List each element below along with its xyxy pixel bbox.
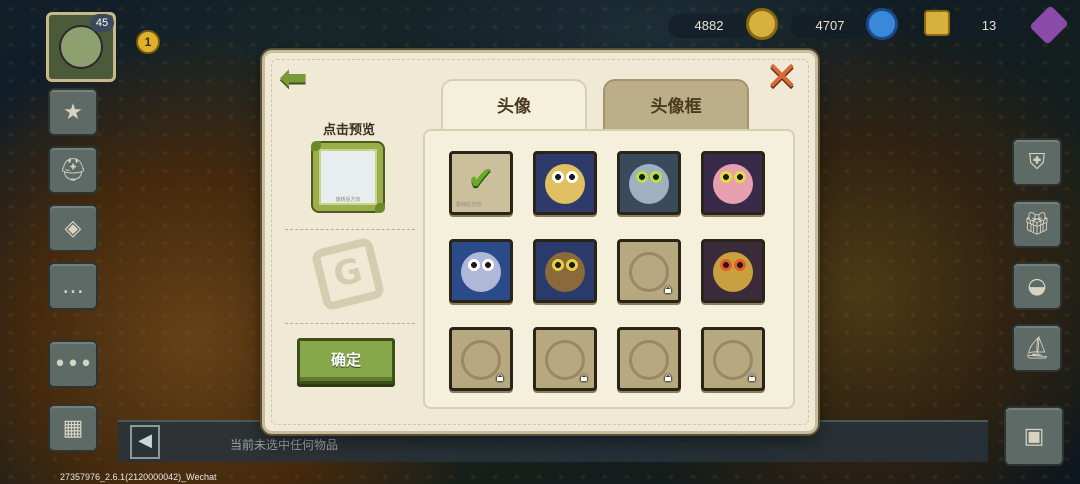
notification-badge[interactable]: 1 — [136, 30, 160, 54]
gift-icon[interactable]: 🎁︎ — [1012, 200, 1062, 248]
avatar-option-locked-beast-2[interactable]: 🔒︎ — [533, 327, 597, 391]
chest-icon[interactable]: ▣ — [1004, 406, 1064, 466]
coin-counter: 4882 — [668, 14, 750, 38]
gem-icon — [866, 8, 898, 40]
preview-label: 点击预览 — [322, 123, 375, 138]
avatar-portrait-icon — [713, 252, 753, 293]
book-icon[interactable]: ◈ — [48, 204, 98, 252]
avatar-portrait-icon — [629, 164, 669, 205]
avatar-portrait-icon — [461, 252, 501, 293]
eyes-icon — [551, 259, 579, 272]
player-level-badge: 45 — [90, 14, 114, 32]
vine-leaf-icon — [375, 203, 385, 213]
egg-icon[interactable]: ◒ — [1012, 262, 1062, 310]
avatar-option-pink-mummy[interactable] — [701, 151, 765, 215]
avatar-grid: ✔ 旋转后方向 🔒︎ 🔒︎ 🔒︎ 🔒︎ 🔒︎ — [449, 151, 765, 391]
selection-status: 当前未选中任何物品 — [230, 438, 339, 452]
avatar-note: 旋转后方向 — [456, 202, 482, 208]
tab-avatar-frame[interactable]: 头像框 — [603, 79, 749, 135]
map-icon[interactable]: ▦ — [48, 404, 98, 452]
ticket-icon[interactable] — [924, 10, 950, 36]
eyes-icon — [635, 171, 663, 184]
avatar-option-owl-mask[interactable] — [701, 239, 765, 303]
lock-icon: 🔒︎ — [580, 370, 588, 385]
lock-icon: 🔒︎ — [664, 282, 672, 297]
avatar-option-default[interactable]: ✔ 旋转后方向 — [449, 151, 513, 215]
divider — [285, 229, 415, 230]
avatar-option-chicken-knight[interactable] — [533, 151, 597, 215]
avatar-select-dialog: ⬅ ✕ 点击预览 旋转后方向 G 确定 头像 头像框 ✔ 旋转后方向 🔒︎ 🔒︎ 🔒︎ 🔒… — [262, 50, 818, 434]
checkmark-icon: ✔ — [467, 159, 495, 198]
shield-icon[interactable]: ⛨ — [1012, 138, 1062, 186]
lock-icon: 🔒︎ — [748, 370, 756, 385]
game-logo-watermark: G — [310, 236, 386, 312]
eyes-icon — [467, 259, 495, 272]
lock-icon: 🔒︎ — [496, 370, 504, 385]
bottom-back-button[interactable]: ◀ — [130, 425, 160, 459]
boat-icon[interactable]: ⛵︎ — [1012, 324, 1062, 372]
avatar-grid-panel: ✔ 旋转后方向 🔒︎ 🔒︎ 🔒︎ 🔒︎ 🔒︎ — [423, 129, 795, 409]
close-x-icon[interactable]: ✕ — [763, 57, 801, 97]
tab-avatar[interactable]: 头像 — [441, 79, 587, 135]
divider — [285, 323, 415, 324]
avatar-portrait-icon — [545, 252, 585, 293]
lock-icon: 🔒︎ — [664, 370, 672, 385]
chat-icon[interactable]: … — [48, 262, 98, 310]
preview-frame-text: 旋转后方向 — [335, 197, 361, 203]
eyes-icon — [551, 171, 579, 184]
avatar-portrait-icon — [545, 164, 585, 205]
ticket-counter: 13 — [954, 14, 1024, 38]
avatar-option-pirate-zombie[interactable] — [449, 239, 513, 303]
avatar-option-locked-beast-3[interactable]: 🔒︎ — [617, 327, 681, 391]
star-icon[interactable]: ★ — [48, 88, 98, 136]
gem-counter: 4707 — [790, 14, 870, 38]
more-icon[interactable]: ••• — [48, 340, 98, 388]
confirm-button[interactable]: 确定 — [297, 338, 395, 384]
eyes-icon — [719, 259, 747, 272]
avatar-preview[interactable]: 旋转后方向 — [311, 141, 385, 213]
avatar-option-locked-beast-4[interactable]: 🔒︎ — [701, 327, 765, 391]
helmet-icon[interactable]: ⛑ — [48, 146, 98, 194]
back-arrow-icon[interactable]: ⬅ — [279, 61, 315, 95]
avatar-option-tree-sprout[interactable] — [533, 239, 597, 303]
vine-leaf-icon — [311, 141, 321, 151]
avatar-option-rune-stone[interactable]: 🔒︎ — [617, 239, 681, 303]
coin-icon — [746, 8, 778, 40]
avatar-option-blue-mummy[interactable] — [617, 151, 681, 215]
avatar-option-locked-beast-1[interactable]: 🔒︎ — [449, 327, 513, 391]
eyes-icon — [719, 171, 747, 184]
version-label: 27357976_2.6.1(2120000042)_Wechat — [60, 472, 217, 482]
avatar-portrait-icon — [713, 164, 753, 205]
